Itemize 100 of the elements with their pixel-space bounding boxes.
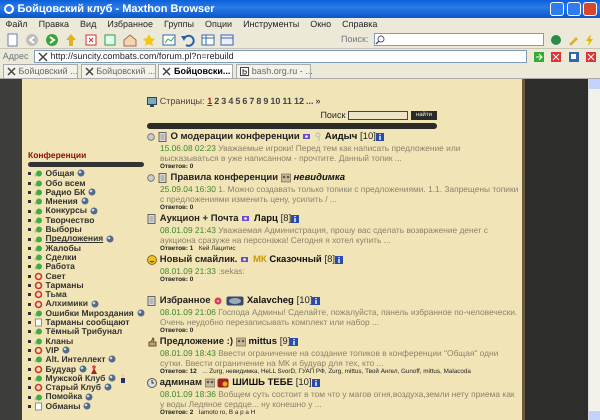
undo-icon[interactable] [181, 32, 195, 46]
topic-title[interactable]: Предложение :) [160, 336, 234, 348]
forum-link[interactable]: Алхимики [46, 299, 88, 309]
forum-link[interactable]: Мужской Клуб [46, 374, 106, 384]
forum-link[interactable]: Мнения [46, 197, 78, 206]
author-name[interactable]: Xalavcheg [246, 295, 294, 307]
page-link[interactable]: 11 [282, 95, 292, 108]
bullet-icon [28, 200, 31, 204]
browser-tab[interactable]: Бойцовский ... [2, 64, 78, 78]
menu-item[interactable]: Справка [342, 18, 378, 32]
stop-icon[interactable] [84, 32, 98, 46]
close-tab-icon[interactable] [550, 50, 562, 62]
author-name[interactable]: Аидыч [324, 131, 358, 143]
page-link[interactable]: ... [306, 95, 314, 108]
scroll-icon [147, 296, 157, 306]
forum-link[interactable]: Конкурсы [46, 206, 88, 216]
author-name[interactable]: Сказочный [269, 254, 322, 266]
info-icon[interactable] [290, 338, 298, 346]
page-link[interactable]: » [315, 95, 320, 108]
forum-link[interactable]: Тьма [46, 290, 67, 300]
forum-link[interactable]: Радио БК [46, 188, 86, 198]
forum-link[interactable]: Общая [46, 169, 74, 179]
forum-link[interactable]: Тарманы сообщают [46, 318, 130, 328]
forum-link[interactable]: Кланы [46, 336, 74, 346]
topic-title[interactable]: Новый смайлик. [160, 254, 238, 266]
forum-link[interactable]: Помойка [46, 392, 82, 402]
topic-title[interactable]: Аукцион + Почта [160, 213, 239, 225]
author-name[interactable]: mittus [248, 336, 278, 348]
menu-item[interactable]: Вид [80, 18, 96, 32]
forum-link[interactable]: Свет [46, 272, 66, 281]
search-field[interactable] [374, 33, 544, 46]
page-link[interactable]: 5 [235, 95, 240, 108]
page-link[interactable]: 1 [207, 95, 212, 108]
address-field[interactable]: http://suncity.combats.com/forum.pl?n=rebuild [34, 50, 528, 63]
minimize-button[interactable] [550, 2, 564, 16]
page-link[interactable]: 8 [256, 95, 262, 108]
window-icon[interactable] [220, 32, 234, 46]
bullet-icon [28, 404, 31, 408]
info-icon[interactable] [335, 256, 343, 264]
forum-link[interactable]: Сделки [46, 252, 77, 262]
forward-icon[interactable] [44, 32, 58, 46]
open-forum-icon [34, 355, 43, 364]
menu-item[interactable]: Правка [38, 18, 70, 32]
forum-link[interactable]: Тёмный Трибунал [46, 327, 122, 337]
menu-item[interactable]: Файл [6, 18, 28, 32]
topic-title[interactable]: Правила конференции [170, 172, 278, 184]
forum-link[interactable]: Выборы [46, 225, 82, 234]
browser-tab[interactable]: Бойцовский ... [80, 64, 156, 78]
page-link[interactable]: 9 [263, 95, 268, 108]
forum-link[interactable]: Творчество [46, 216, 94, 226]
page-link[interactable]: 7 [249, 95, 254, 108]
forum-link[interactable]: Обо всем [46, 178, 86, 188]
windows-icon[interactable] [568, 50, 580, 62]
page-link[interactable]: 6 [242, 95, 248, 108]
menu-item[interactable]: Опции [204, 18, 232, 32]
forum-link[interactable]: Работа [46, 262, 75, 272]
close-button[interactable] [583, 2, 598, 16]
chart-icon[interactable] [162, 32, 176, 46]
forum-link[interactable]: Будуар [46, 364, 76, 374]
author-name[interactable]: ШИШЬ ТЕБЕ [232, 377, 293, 389]
search-field[interactable] [348, 110, 408, 120]
info-icon[interactable] [291, 215, 300, 223]
page-link[interactable]: 3 [221, 95, 226, 108]
author-name[interactable]: невидимка [294, 172, 346, 184]
page-link[interactable]: 12 [294, 95, 304, 108]
open-forum-icon [34, 178, 43, 188]
go-icon[interactable] [532, 50, 545, 62]
close-all-icon[interactable] [585, 50, 598, 62]
info-icon[interactable] [312, 297, 320, 305]
info-icon[interactable] [376, 133, 384, 141]
globe-icon[interactable] [550, 34, 562, 46]
new-page-icon[interactable] [6, 32, 20, 46]
page-link[interactable]: 10 [270, 95, 280, 108]
layout-icon[interactable] [200, 32, 214, 46]
topic-title[interactable]: админам [160, 377, 202, 389]
info-icon[interactable] [312, 379, 320, 387]
forum-link[interactable]: Обманы [46, 402, 81, 412]
forum-link[interactable]: Тарманы [46, 280, 84, 290]
forum-link[interactable]: VIP [46, 346, 60, 356]
browser-tab[interactable]: Бойцовски... [158, 64, 234, 78]
menu-item[interactable]: Инструменты [243, 18, 300, 32]
bullet-icon [28, 396, 31, 399]
forum-link[interactable]: Старый Клуб [46, 383, 102, 392]
page-link[interactable]: 2 [214, 95, 220, 108]
menu-item[interactable]: Группы [164, 18, 194, 32]
forum-link[interactable]: Ошибки Мироздания [46, 308, 134, 318]
guild-figures-icon [280, 173, 291, 183]
author-name[interactable]: Ларц [254, 213, 278, 225]
topic-title[interactable]: О модерации конференции [170, 131, 300, 143]
forum-link[interactable]: Alt. Интеллект [46, 355, 106, 365]
star-icon[interactable] [142, 32, 156, 46]
forum-link[interactable]: Жалобы [46, 244, 82, 253]
open-forum-icon [34, 336, 43, 346]
maximize-button[interactable] [566, 2, 580, 16]
browser-tab[interactable]: bash.org.ru - ... [236, 64, 311, 78]
menu-item[interactable]: Окно [310, 18, 332, 32]
forum-link[interactable]: Предложения [46, 234, 104, 244]
page-link[interactable]: 4 [228, 95, 234, 108]
menu-item[interactable]: Избранное [107, 18, 153, 32]
topic-title[interactable]: Избранное [160, 295, 211, 307]
